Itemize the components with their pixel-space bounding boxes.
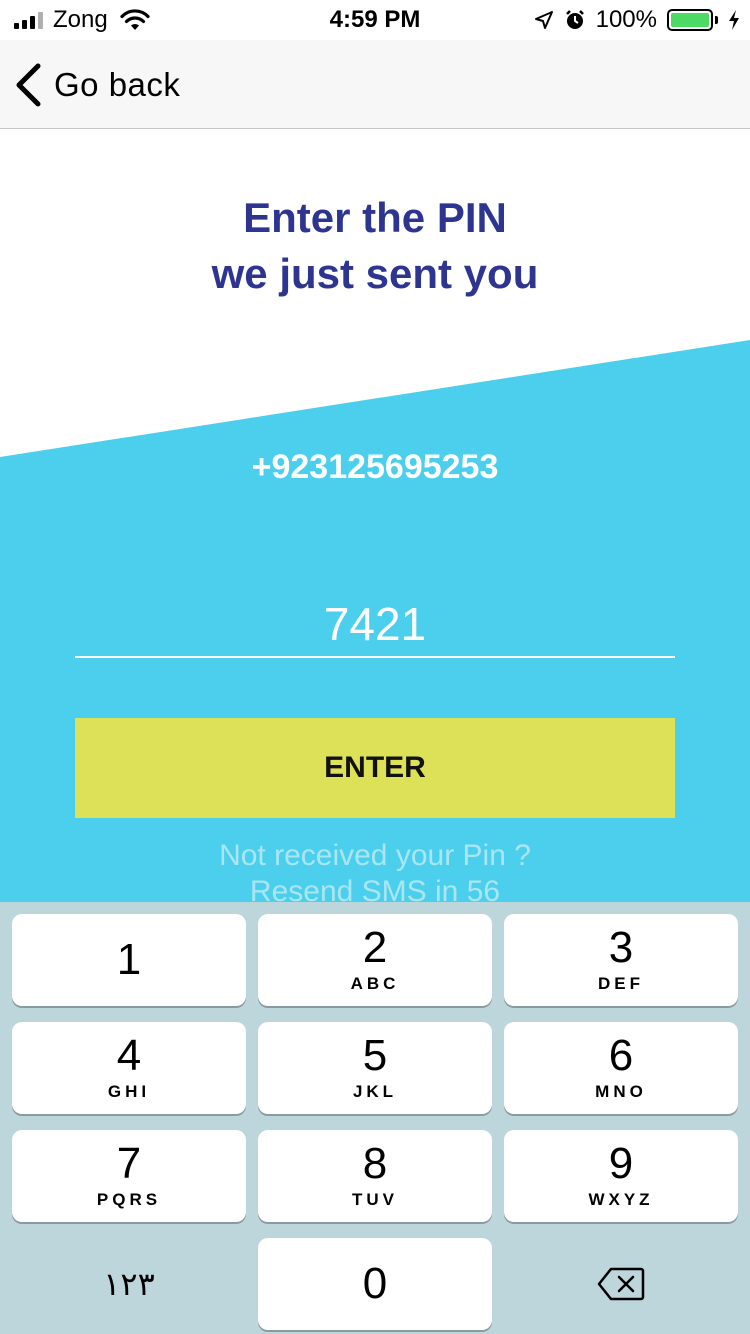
key-digit: 5: [362, 1031, 388, 1080]
key-digit: 3: [608, 923, 634, 972]
resend-countdown: Resend SMS in 56: [249, 875, 501, 902]
battery-percentage: 100%: [595, 6, 657, 33]
alt-numerals-key[interactable]: ١٢٣: [12, 1238, 246, 1330]
alarm-icon: [565, 10, 584, 29]
key-letters: PQRS: [96, 1190, 162, 1209]
back-button[interactable]: Go back: [14, 60, 180, 110]
charging-bolt-icon: [729, 10, 739, 30]
battery-icon: [667, 9, 718, 31]
alt-numerals-label: ١٢٣: [103, 1266, 155, 1302]
key-letters: JKL: [352, 1082, 398, 1101]
key-3[interactable]: 3 DEF: [504, 914, 738, 1006]
key-digit: 2: [362, 923, 388, 972]
key-digit: 7: [116, 1139, 142, 1188]
key-letters: ABC: [350, 974, 400, 993]
key-letters: WXYZ: [588, 1190, 654, 1209]
key-digit: 8: [362, 1139, 388, 1188]
page-title-line2: we just sent you: [211, 250, 539, 297]
key-8[interactable]: 8 TUV: [258, 1130, 492, 1222]
key-1[interactable]: 1: [12, 914, 246, 1006]
nav-bar: Go back: [0, 40, 750, 129]
status-bar: Zong 4:59 PM 100%: [0, 0, 750, 40]
main-content: Enter the PIN we just sent you +92312569…: [0, 130, 750, 902]
key-0[interactable]: 0: [258, 1238, 492, 1330]
key-5[interactable]: 5 JKL: [258, 1022, 492, 1114]
back-button-label: Go back: [54, 66, 181, 103]
key-letters: TUV: [352, 1190, 398, 1209]
pin-input[interactable]: [75, 592, 675, 658]
key-letters: MNO: [595, 1082, 647, 1101]
resend-sms-text[interactable]: Not received your Pin ? Resend SMS in 56: [0, 838, 750, 902]
key-letters: DEF: [598, 974, 644, 993]
backspace-icon: [597, 1267, 645, 1301]
page-title-line1: Enter the PIN: [243, 194, 507, 241]
delete-key[interactable]: [504, 1238, 738, 1330]
key-4[interactable]: 4 GHI: [12, 1022, 246, 1114]
enter-button[interactable]: ENTER: [75, 718, 675, 818]
key-9[interactable]: 9 WXYZ: [504, 1130, 738, 1222]
key-digit: 4: [116, 1031, 142, 1080]
resend-line1: Not received your Pin ?: [219, 839, 531, 872]
phone-number: +923125695253: [251, 448, 499, 486]
status-right: 100%: [534, 6, 740, 34]
chevron-left-icon: [16, 63, 41, 107]
key-digit: 6: [608, 1031, 634, 1080]
key-digit: 1: [116, 935, 142, 984]
numeric-keypad: 1 2 ABC 3 DEF 4 GHI 5 JKL 6 MNO 7 PQRS 8…: [0, 902, 750, 1334]
key-2[interactable]: 2 ABC: [258, 914, 492, 1006]
key-6[interactable]: 6 MNO: [504, 1022, 738, 1114]
key-letters: GHI: [107, 1082, 151, 1101]
key-7[interactable]: 7 PQRS: [12, 1130, 246, 1222]
location-arrow-icon: [534, 11, 553, 29]
page-title: Enter the PIN we just sent you: [0, 190, 750, 302]
key-digit: 0: [362, 1259, 388, 1308]
key-digit: 9: [608, 1139, 634, 1188]
